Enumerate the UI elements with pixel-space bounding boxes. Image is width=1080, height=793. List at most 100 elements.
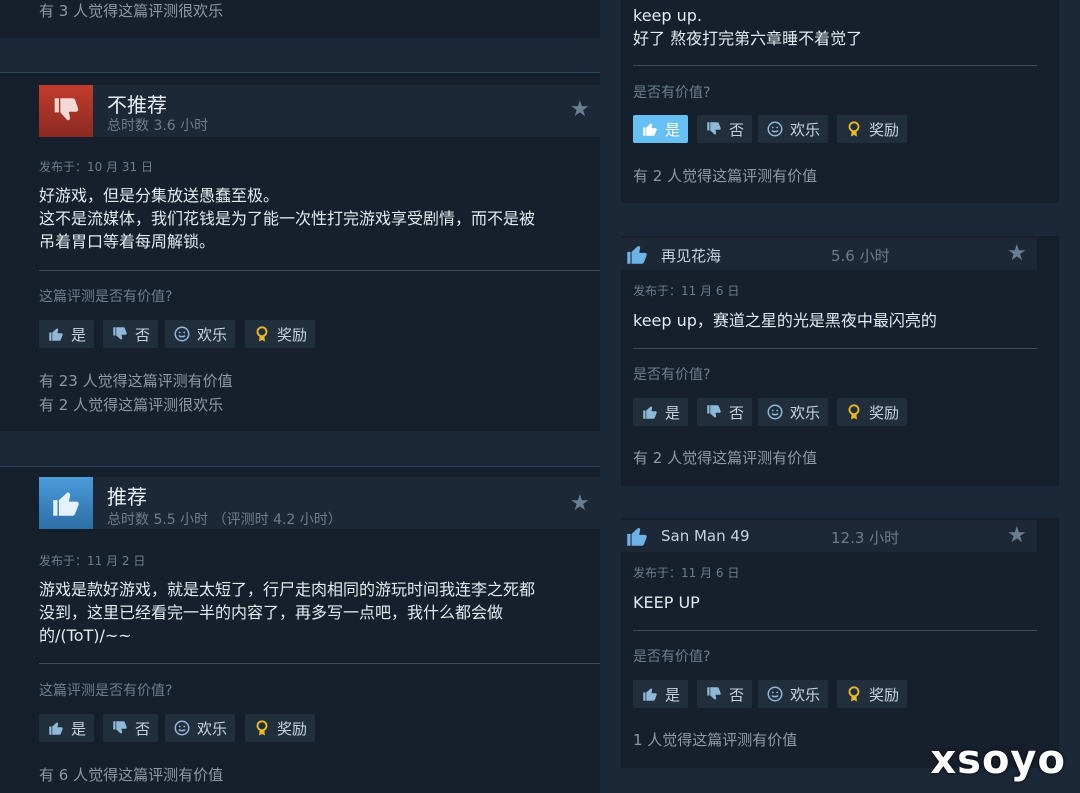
review-card: San Man 49 12.3 小时 ★ 发布于：11 月 6 日 KEEP U… bbox=[621, 518, 1059, 768]
reviewer-name[interactable]: 再见花海 bbox=[661, 245, 721, 266]
thumbs-up-icon bbox=[641, 685, 659, 703]
award-label: 奖励 bbox=[869, 120, 900, 139]
vote-no-button[interactable]: 否 bbox=[697, 680, 753, 708]
thumbs-down-icon bbox=[111, 325, 129, 343]
award-icon bbox=[845, 403, 863, 421]
smiley-icon bbox=[766, 403, 784, 421]
helpful-count: 有 23 人觉得这篇评测有价值 bbox=[39, 372, 233, 390]
vote-no-button[interactable]: 否 bbox=[103, 320, 159, 348]
helpful-count: 有 2 人觉得这篇评测有价值 bbox=[633, 449, 818, 467]
thumbs-down-icon bbox=[39, 85, 93, 137]
thumbs-down-icon bbox=[705, 403, 723, 421]
review-card: 推荐 总时数 5.5 小时 （评测时 4.2 小时） ★ 发布于：11 月 2 … bbox=[0, 467, 600, 793]
thumbs-up-icon bbox=[39, 477, 93, 529]
vote-yes-button[interactable]: 是 bbox=[633, 680, 689, 708]
vote-no-label: 否 bbox=[729, 685, 745, 704]
vote-funny-label: 欢乐 bbox=[197, 719, 228, 738]
review-text: keep up，赛道之星的光是黑夜中最闪亮的 bbox=[633, 311, 937, 330]
posted-date: 发布于：11 月 6 日 bbox=[633, 566, 740, 580]
award-label: 奖励 bbox=[277, 325, 308, 344]
vote-no-label: 否 bbox=[729, 120, 745, 139]
helpful-question: 是否有价值? bbox=[633, 85, 711, 101]
vote-yes-label: 是 bbox=[665, 120, 681, 139]
funny-count: 有 3 人觉得这篇评测很欢乐 bbox=[39, 2, 224, 20]
divider bbox=[633, 348, 1037, 349]
review-verdict: 推荐 bbox=[107, 485, 147, 509]
review-text: 游戏是款好游戏，就是太短了，行尸走肉相同的游玩时间我连李之死都 没到，这里已经看… bbox=[39, 580, 536, 645]
vote-no-label: 否 bbox=[729, 403, 745, 422]
thumbs-up-icon bbox=[47, 325, 65, 343]
award-button[interactable]: 奖励 bbox=[245, 320, 316, 348]
smiley-icon bbox=[173, 719, 191, 737]
vote-yes-label: 是 bbox=[665, 685, 681, 704]
thumbs-up-icon bbox=[623, 240, 651, 268]
left-column: 有 3 人觉得这篇评测很欢乐 不推荐 总时数 3.6 小时 ★ 发布于：10 月… bbox=[0, 0, 600, 793]
award-button[interactable]: 奖励 bbox=[837, 680, 908, 708]
reviewer-name[interactable]: San Man 49 bbox=[661, 527, 749, 545]
vote-yes-label: 是 bbox=[71, 325, 87, 344]
vote-yes-button[interactable]: 是 bbox=[39, 320, 95, 348]
review-card: 不推荐 总时数 3.6 小时 ★ 发布于：10 月 31 日 好游戏，但是分集放… bbox=[0, 73, 600, 431]
vote-yes-label: 是 bbox=[71, 719, 87, 738]
award-label: 奖励 bbox=[869, 685, 900, 704]
helpful-question: 是否有价值? bbox=[633, 367, 711, 383]
award-label: 奖励 bbox=[869, 403, 900, 422]
star-icon[interactable]: ★ bbox=[1007, 243, 1027, 265]
helpful-question: 是否有价值? bbox=[633, 649, 711, 665]
helpful-question: 这篇评测是否有价值? bbox=[39, 289, 173, 305]
vote-no-button[interactable]: 否 bbox=[697, 398, 753, 426]
vote-funny-label: 欢乐 bbox=[790, 685, 821, 704]
thumbs-down-icon bbox=[705, 120, 723, 138]
award-button[interactable]: 奖励 bbox=[837, 115, 908, 143]
thumbs-down-icon bbox=[705, 685, 723, 703]
review-card: 再见花海 5.6 小时 ★ 发布于：11 月 6 日 keep up，赛道之星的… bbox=[621, 236, 1059, 486]
vote-no-button[interactable]: 否 bbox=[697, 115, 753, 143]
review-card: keep up. 好了 熬夜打完第六章睡不着觉了 是否有价值? 是 否 欢乐 奖… bbox=[621, 0, 1059, 203]
review-card-previous: 有 3 人觉得这篇评测很欢乐 bbox=[0, 0, 600, 38]
award-icon bbox=[253, 325, 271, 343]
review-hours: 12.3 小时 bbox=[831, 529, 900, 547]
vote-no-label: 否 bbox=[135, 325, 151, 344]
right-column: keep up. 好了 熬夜打完第六章睡不着觉了 是否有价值? 是 否 欢乐 奖… bbox=[600, 0, 1080, 793]
posted-date: 发布于：10 月 31 日 bbox=[39, 160, 153, 174]
vote-funny-button[interactable]: 欢乐 bbox=[758, 115, 829, 143]
helpful-count: 1 人觉得这篇评测有价值 bbox=[633, 731, 798, 749]
star-icon[interactable]: ★ bbox=[1007, 525, 1027, 547]
vote-funny-button[interactable]: 欢乐 bbox=[165, 320, 236, 348]
review-verdict: 不推荐 bbox=[107, 93, 167, 117]
vote-yes-button[interactable]: 是 bbox=[633, 115, 689, 143]
award-label: 奖励 bbox=[277, 719, 308, 738]
posted-date: 发布于：11 月 2 日 bbox=[39, 554, 146, 568]
vote-funny-label: 欢乐 bbox=[790, 403, 821, 422]
review-hours: 5.6 小时 bbox=[831, 247, 890, 265]
vote-funny-label: 欢乐 bbox=[197, 325, 228, 344]
thumbs-up-icon bbox=[641, 120, 659, 138]
vote-funny-button[interactable]: 欢乐 bbox=[758, 680, 829, 708]
vote-funny-label: 欢乐 bbox=[790, 120, 821, 139]
star-icon[interactable]: ★ bbox=[570, 99, 590, 121]
vote-no-label: 否 bbox=[135, 719, 151, 738]
vote-funny-button[interactable]: 欢乐 bbox=[758, 398, 829, 426]
vote-no-button[interactable]: 否 bbox=[103, 714, 159, 742]
award-button[interactable]: 奖励 bbox=[837, 398, 908, 426]
thumbs-up-icon bbox=[641, 403, 659, 421]
helpful-question: 这篇评测是否有价值? bbox=[39, 683, 173, 699]
divider bbox=[633, 630, 1037, 631]
helpful-count: 有 6 人觉得这篇评测有价值 bbox=[39, 766, 224, 784]
posted-date: 发布于：11 月 6 日 bbox=[633, 284, 740, 298]
vote-yes-label: 是 bbox=[665, 403, 681, 422]
review-text: keep up. 好了 熬夜打完第六章睡不着觉了 bbox=[633, 6, 863, 48]
thumbs-down-icon bbox=[111, 719, 129, 737]
divider bbox=[39, 270, 600, 271]
funny-count: 有 2 人觉得这篇评测很欢乐 bbox=[39, 396, 224, 414]
vote-yes-button[interactable]: 是 bbox=[633, 398, 689, 426]
smiley-icon bbox=[173, 325, 191, 343]
vote-funny-button[interactable]: 欢乐 bbox=[165, 714, 236, 742]
star-icon[interactable]: ★ bbox=[570, 493, 590, 515]
smiley-icon bbox=[766, 120, 784, 138]
award-button[interactable]: 奖励 bbox=[245, 714, 316, 742]
divider bbox=[633, 65, 1037, 66]
vote-yes-button[interactable]: 是 bbox=[39, 714, 95, 742]
thumbs-up-icon bbox=[623, 522, 651, 550]
review-text: 好游戏，但是分集放送愚蠢至极。 这不是流媒体，我们花钱是为了能一次性打完游戏享受… bbox=[39, 186, 536, 251]
